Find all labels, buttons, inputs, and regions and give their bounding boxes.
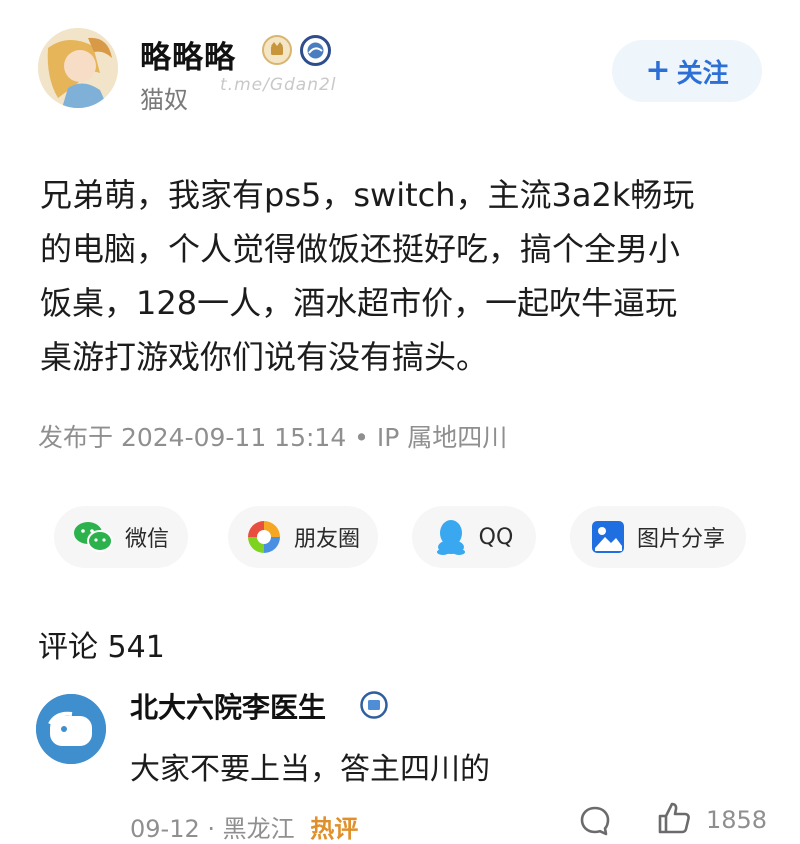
wechat-icon xyxy=(73,522,113,552)
comment-location: · 黑龙江 xyxy=(207,815,295,843)
share-wechat-label: 微信 xyxy=(124,527,169,552)
comment-meta: 09-12 · 黑龙江 热评 xyxy=(130,809,358,844)
comments-title: 评论 541 xyxy=(38,630,165,665)
post-line: 兄弟萌，我家有ps5，switch，主流3a2k畅玩 xyxy=(40,176,695,214)
share-image-button[interactable]: 图片分享 xyxy=(570,506,746,568)
verified-badge-icon xyxy=(360,691,388,719)
plus-icon: + xyxy=(645,53,671,88)
comment-date: 09-12 xyxy=(130,815,200,843)
commenter-name[interactable]: 北大六院李医生 xyxy=(130,686,326,726)
post-line: 饭桌，128一人，酒水超市价，一起吹牛逼玩 xyxy=(40,284,678,322)
medal-badge-icon xyxy=(300,35,331,66)
post-line: 的电脑，个人觉得做饭还挺好吃，搞个全男小 xyxy=(40,230,681,268)
share-moments-button[interactable]: 朋友圈 xyxy=(228,506,378,568)
creator-badge-icon xyxy=(262,35,292,65)
share-wechat-button[interactable]: 微信 xyxy=(54,506,188,568)
post-line: 桌游打游戏你们说有没有搞头。 xyxy=(40,338,489,376)
author-avatar[interactable] xyxy=(38,28,118,108)
share-moments-label: 朋友圈 xyxy=(293,527,360,552)
share-qq-label: QQ xyxy=(478,524,514,550)
follow-button[interactable]: + 关注 xyxy=(612,40,762,102)
author-name[interactable]: 略略略 xyxy=(140,32,236,77)
comment-text: 大家不要上当，答主四川的 xyxy=(130,752,490,787)
image-share-icon xyxy=(591,521,624,553)
reply-icon[interactable] xyxy=(578,804,612,838)
author-subtitle: 猫奴 xyxy=(140,86,188,114)
thumbs-up-icon[interactable] xyxy=(656,800,692,836)
watermark-text: t.me/Gdan2l xyxy=(220,75,337,95)
hot-comment-badge: 热评 xyxy=(310,815,359,843)
post-content: 兄弟萌，我家有ps5，switch，主流3a2k畅玩 的电脑，个人觉得做饭还挺好… xyxy=(40,168,770,384)
like-count: 1858 xyxy=(706,806,768,834)
commenter-avatar[interactable] xyxy=(36,694,106,764)
share-qq-button[interactable]: QQ xyxy=(412,506,536,568)
moments-icon xyxy=(247,521,280,553)
share-image-label: 图片分享 xyxy=(636,527,725,552)
post-meta: 发布于 2024-09-11 15:14 • IP 属地四川 xyxy=(38,423,508,452)
follow-label: 关注 xyxy=(676,58,729,89)
qq-icon xyxy=(436,520,465,555)
